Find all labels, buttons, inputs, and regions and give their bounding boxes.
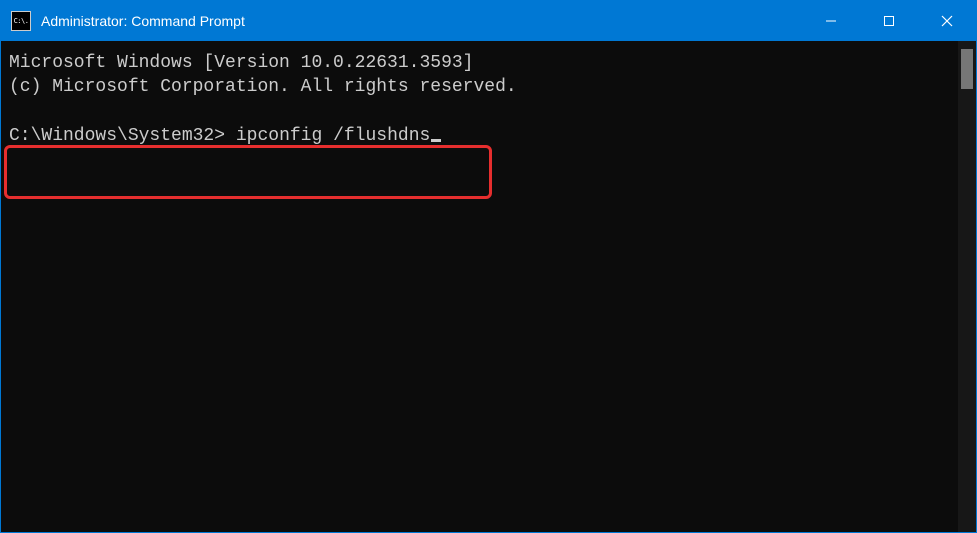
cursor <box>431 139 441 142</box>
output-line-version: Microsoft Windows [Version 10.0.22631.35… <box>9 53 473 73</box>
titlebar[interactable]: C:\. Administrator: Command Prompt <box>1 1 976 41</box>
scrollbar-thumb[interactable] <box>961 49 973 89</box>
close-icon <box>941 15 953 27</box>
terminal-body[interactable]: Microsoft Windows [Version 10.0.22631.35… <box>1 41 976 532</box>
app-icon: C:\. <box>11 11 31 31</box>
command-input[interactable]: ipconfig /flushdns <box>236 126 430 146</box>
command-prompt-window: C:\. Administrator: Command Prompt Micro… <box>0 0 977 533</box>
scrollbar[interactable] <box>958 41 976 532</box>
output-line-copyright: (c) Microsoft Corporation. All rights re… <box>9 77 517 97</box>
maximize-icon <box>883 15 895 27</box>
prompt-path: C:\Windows\System32> <box>9 126 225 146</box>
maximize-button[interactable] <box>860 1 918 41</box>
close-button[interactable] <box>918 1 976 41</box>
minimize-icon <box>825 15 837 27</box>
window-title: Administrator: Command Prompt <box>41 13 245 29</box>
window-controls <box>802 1 976 41</box>
terminal-output[interactable]: Microsoft Windows [Version 10.0.22631.35… <box>1 41 958 532</box>
minimize-button[interactable] <box>802 1 860 41</box>
